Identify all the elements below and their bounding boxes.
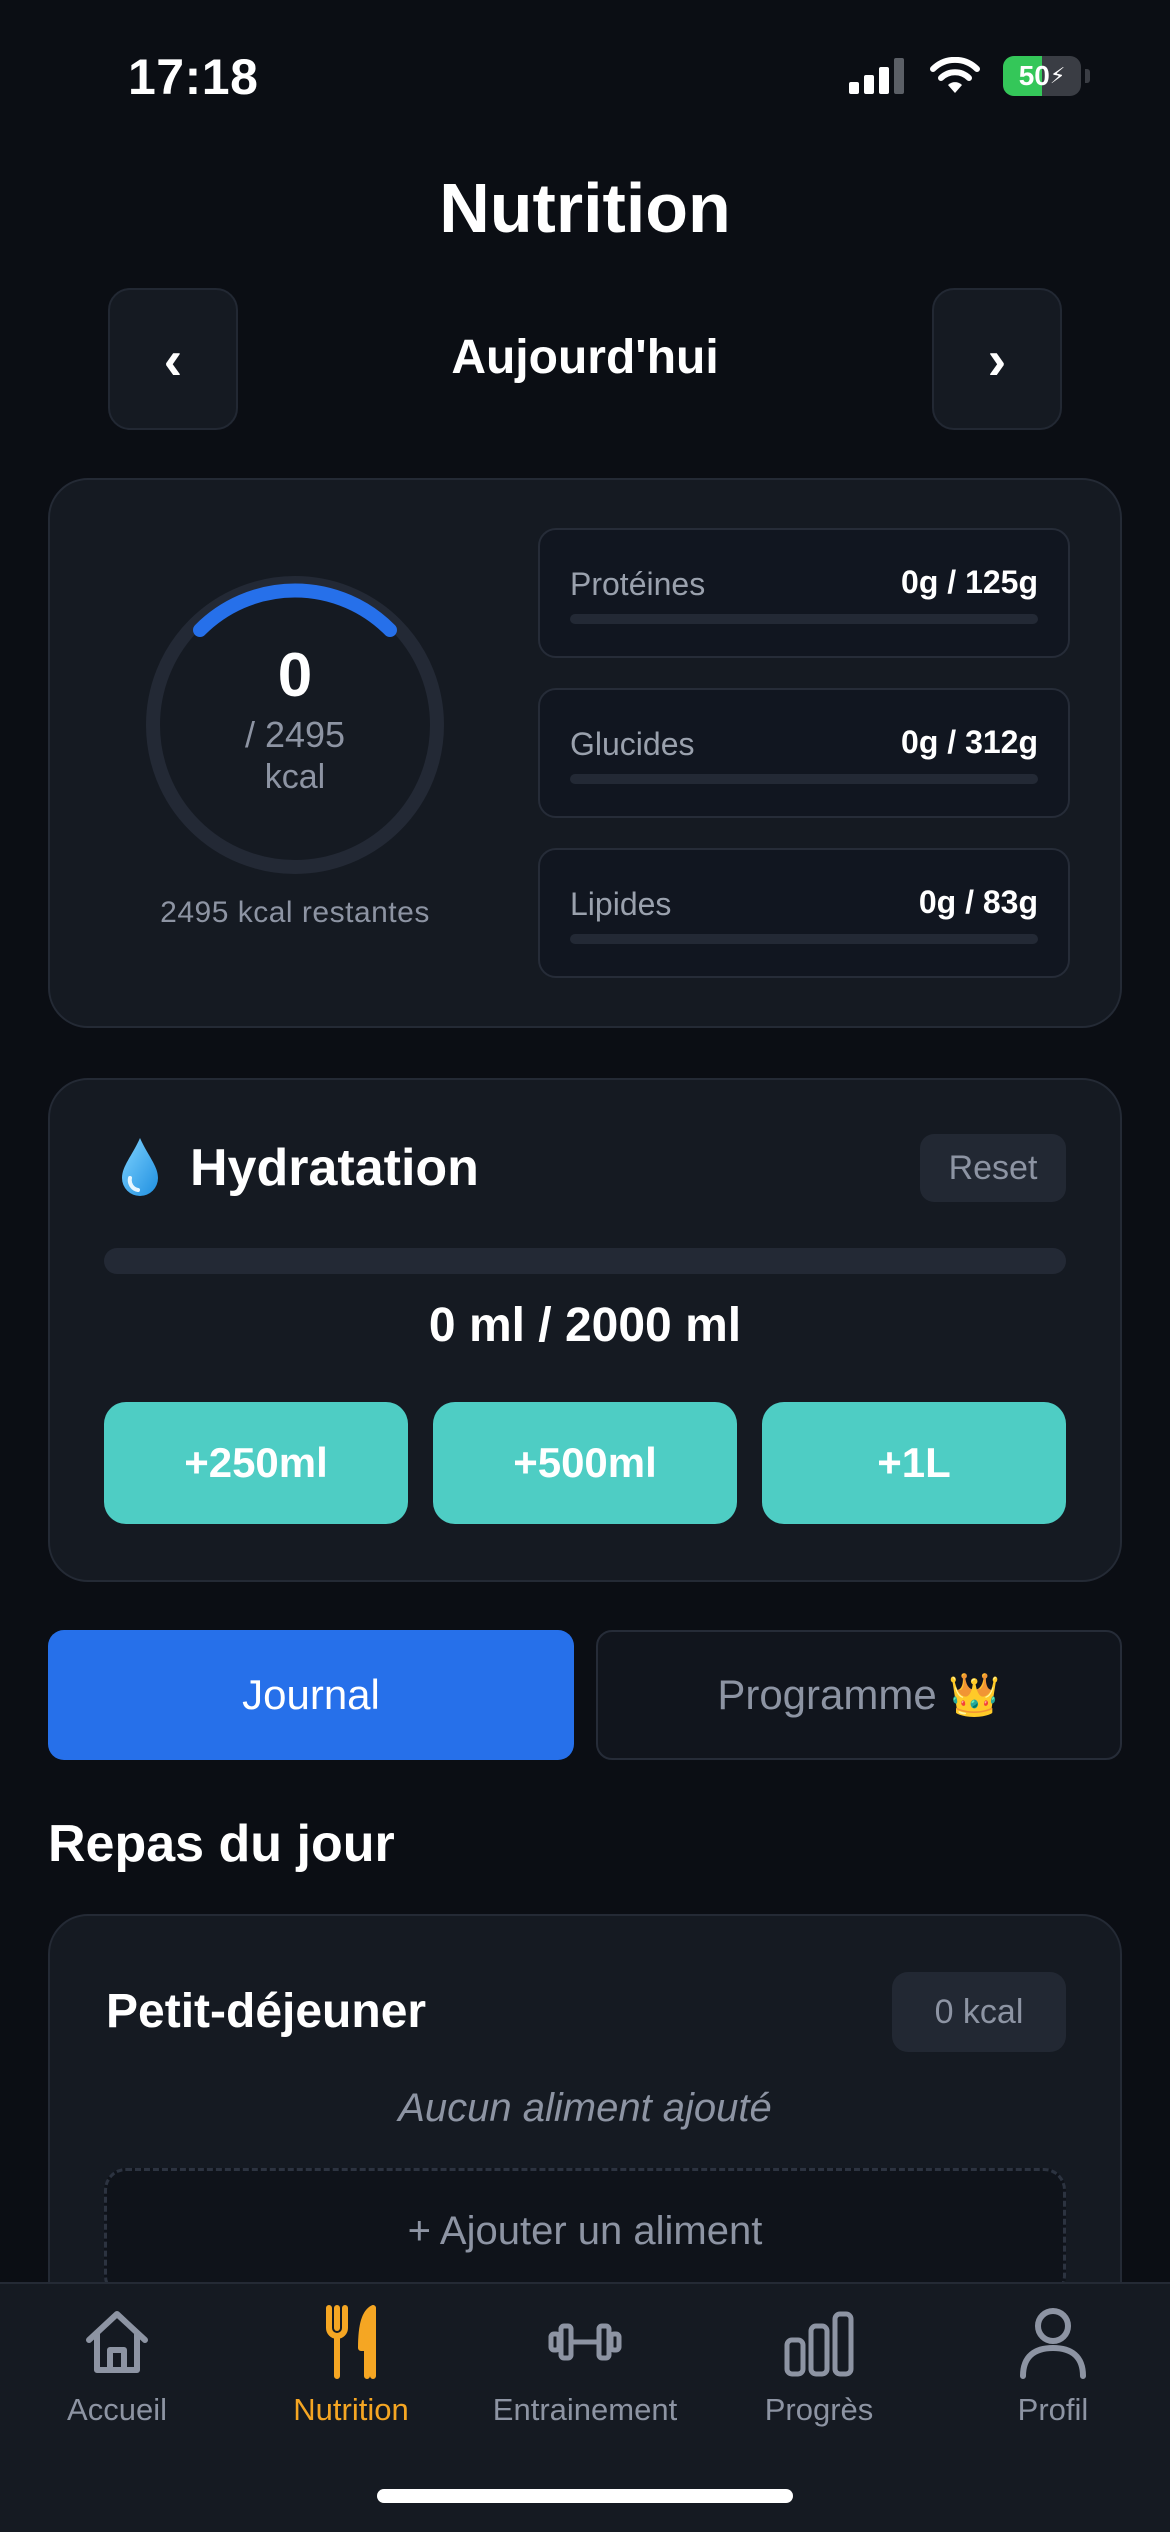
add-1l-button[interactable]: +1L xyxy=(762,1402,1066,1524)
calories-remaining: 2495 kcal restantes xyxy=(160,896,430,929)
nav-label: Profil xyxy=(1017,2392,1089,2427)
home-icon xyxy=(86,2311,148,2373)
next-day-button[interactable]: › xyxy=(932,288,1062,430)
page-title: Nutrition xyxy=(439,169,731,247)
meal-title: Petit-déjeuner xyxy=(106,1985,427,2038)
nav-item-progres[interactable]: Progrès xyxy=(702,2296,936,2436)
tab-journal[interactable]: Journal xyxy=(48,1630,574,1760)
bar-chart-icon xyxy=(784,2311,854,2377)
nav-item-entrainement[interactable]: Entrainement xyxy=(468,2296,702,2436)
nav-label: Nutrition xyxy=(293,2392,409,2427)
add-500ml-button[interactable]: +500ml xyxy=(433,1402,737,1524)
macro-proteins: Protéines 0g / 125g xyxy=(538,528,1070,658)
macro-carbs: Glucides 0g / 312g xyxy=(538,688,1070,818)
add-250ml-button[interactable]: +250ml xyxy=(104,1402,408,1524)
meal-kcal-badge: 0 kcal xyxy=(892,1972,1066,2052)
fork-knife-icon xyxy=(326,2305,376,2379)
macro-label: Protéines xyxy=(570,566,706,602)
macro-label: Glucides xyxy=(570,726,695,762)
macro-value: 0g / 125g xyxy=(901,564,1038,600)
meals-section-title: Repas du jour xyxy=(48,1815,395,1873)
macro-value: 0g / 83g xyxy=(918,884,1038,920)
calories-consumed: 0 xyxy=(277,641,313,710)
user-icon xyxy=(1020,2308,1086,2379)
macro-label: Lipides xyxy=(570,886,672,922)
nav-label: Accueil xyxy=(67,2392,167,2427)
wifi-icon xyxy=(930,57,980,93)
macro-fats: Lipides 0g / 83g xyxy=(538,848,1070,978)
nav-label: Progrès xyxy=(764,2392,874,2427)
nav-item-profil[interactable]: Profil xyxy=(936,2296,1170,2436)
hydration-amount: 0 ml / 2000 ml xyxy=(428,1299,742,1352)
macro-progress-bar xyxy=(570,614,1038,624)
hydration-title: Hydratation xyxy=(190,1139,479,1197)
nav-item-accueil[interactable]: Accueil xyxy=(0,2296,234,2436)
dumbbell-icon xyxy=(548,2323,622,2361)
meal-empty-text: Aucun aliment ajouté xyxy=(398,2086,772,2130)
battery-tip xyxy=(1085,69,1090,83)
hydration-reset-button[interactable]: Reset xyxy=(920,1134,1066,1202)
charging-icon: ⚡ xyxy=(1049,63,1066,88)
status-time: 17:18 xyxy=(128,49,259,105)
nav-label: Entrainement xyxy=(492,2392,678,2427)
battery-indicator: 50 ⚡ xyxy=(1003,56,1081,96)
tab-programme[interactable]: Programme 👑 xyxy=(596,1630,1122,1760)
battery-level: 50 xyxy=(1018,60,1050,91)
hydration-progress-bar xyxy=(104,1248,1066,1274)
calories-target: / 2495 xyxy=(244,714,346,755)
water-drop-icon xyxy=(122,1138,158,1196)
macro-progress-bar xyxy=(570,934,1038,944)
macro-progress-bar xyxy=(570,774,1038,784)
add-food-button[interactable]: + Ajouter un aliment xyxy=(104,2168,1066,2298)
home-indicator xyxy=(377,2489,793,2503)
signal-icon xyxy=(849,58,904,94)
status-icons: 50 ⚡ xyxy=(849,56,1090,96)
macro-value: 0g / 312g xyxy=(901,724,1038,760)
calories-unit: kcal xyxy=(264,758,326,796)
nav-item-nutrition[interactable]: Nutrition xyxy=(234,2296,468,2436)
